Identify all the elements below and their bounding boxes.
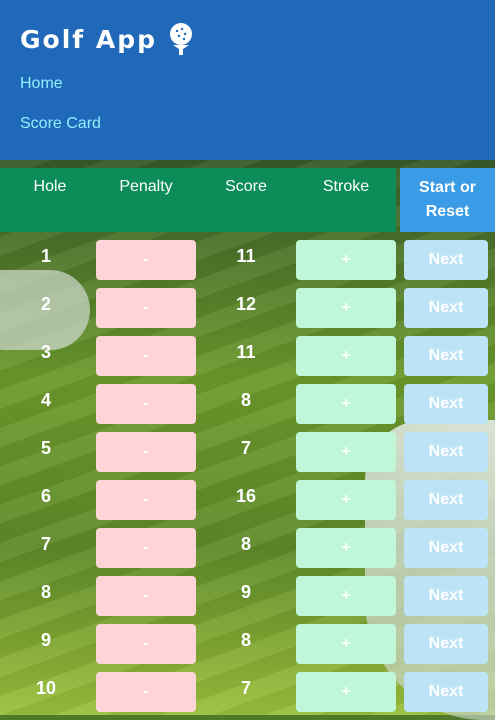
table-row: 4 - 8 + Next: [0, 384, 495, 432]
stroke-increment-button[interactable]: +: [296, 336, 396, 376]
penalty-decrement-button[interactable]: -: [96, 240, 196, 280]
hole-number: 8: [40, 582, 51, 602]
next-hole-button[interactable]: Next: [404, 624, 488, 664]
score-value: 8: [240, 630, 251, 650]
penalty-decrement-button[interactable]: -: [96, 576, 196, 616]
start-reset-button[interactable]: Start or Reset: [400, 168, 495, 232]
score-value: 9: [240, 582, 251, 602]
hole-number: 7: [40, 534, 51, 554]
table-row: 2 - 12 + Next: [0, 288, 495, 336]
score-value: 11: [236, 246, 256, 266]
stroke-increment-button[interactable]: +: [296, 432, 396, 472]
table-row: 8 - 9 + Next: [0, 576, 495, 624]
table-header: Hole Penalty Score Stroke: [0, 168, 396, 232]
hole-number: 9: [40, 630, 51, 650]
column-header-penalty: Penalty: [119, 178, 173, 195]
penalty-decrement-button[interactable]: -: [96, 336, 196, 376]
score-value: 11: [236, 342, 256, 362]
stroke-increment-button[interactable]: +: [296, 288, 396, 328]
stroke-increment-button[interactable]: +: [296, 528, 396, 568]
hole-number: 6: [40, 486, 51, 506]
score-value: 8: [240, 534, 251, 554]
next-hole-button[interactable]: Next: [404, 240, 488, 280]
next-hole-button[interactable]: Next: [404, 432, 488, 472]
next-hole-button[interactable]: Next: [404, 288, 488, 328]
app-title: Golf App: [20, 24, 157, 54]
table-row: 10 - 7 + Next: [0, 672, 495, 720]
brand[interactable]: Golf App: [20, 22, 195, 56]
next-hole-button[interactable]: Next: [404, 336, 488, 376]
next-hole-button[interactable]: Next: [404, 480, 488, 520]
table-row: 3 - 11 + Next: [0, 336, 495, 384]
stroke-increment-button[interactable]: +: [296, 576, 396, 616]
nav-link-home[interactable]: Home: [20, 75, 63, 93]
app-header: Golf App Home Score Card: [0, 0, 495, 160]
table-row: 5 - 7 + Next: [0, 432, 495, 480]
nav-link-score-card[interactable]: Score Card: [20, 115, 101, 133]
stroke-increment-button[interactable]: +: [296, 480, 396, 520]
next-hole-button[interactable]: Next: [404, 528, 488, 568]
score-value: 8: [240, 390, 251, 410]
table-row: 1 - 11 + Next: [0, 240, 495, 288]
stroke-increment-button[interactable]: +: [296, 624, 396, 664]
table-row: 7 - 8 + Next: [0, 528, 495, 576]
stroke-increment-button[interactable]: +: [296, 672, 396, 712]
golf-ball-on-tee-icon: [169, 23, 192, 55]
penalty-decrement-button[interactable]: -: [96, 672, 196, 712]
penalty-decrement-button[interactable]: -: [96, 480, 196, 520]
next-hole-button[interactable]: Next: [404, 672, 488, 712]
hole-number: 5: [40, 438, 51, 458]
table-row: 9 - 8 + Next: [0, 624, 495, 672]
table-row: 6 - 16 + Next: [0, 480, 495, 528]
penalty-decrement-button[interactable]: -: [96, 624, 196, 664]
score-value: 7: [240, 678, 251, 698]
next-hole-button[interactable]: Next: [404, 576, 488, 616]
penalty-decrement-button[interactable]: -: [96, 288, 196, 328]
hole-number: 2: [40, 294, 51, 314]
stroke-increment-button[interactable]: +: [296, 384, 396, 424]
penalty-decrement-button[interactable]: -: [96, 384, 196, 424]
column-header-hole: Hole: [33, 178, 67, 195]
stroke-increment-button[interactable]: +: [296, 240, 396, 280]
hole-number: 10: [35, 678, 57, 698]
next-hole-button[interactable]: Next: [404, 384, 488, 424]
score-value: 7: [240, 438, 251, 458]
score-value: 16: [235, 486, 257, 506]
column-header-stroke: Stroke: [322, 178, 370, 195]
penalty-decrement-button[interactable]: -: [96, 528, 196, 568]
start-reset-label: Start or Reset: [419, 179, 476, 220]
hole-number: 4: [40, 390, 51, 410]
score-value: 12: [235, 294, 257, 314]
column-header-score: Score: [225, 178, 267, 195]
hole-number: 3: [40, 342, 51, 362]
hole-number: 1: [40, 246, 51, 266]
penalty-decrement-button[interactable]: -: [96, 432, 196, 472]
